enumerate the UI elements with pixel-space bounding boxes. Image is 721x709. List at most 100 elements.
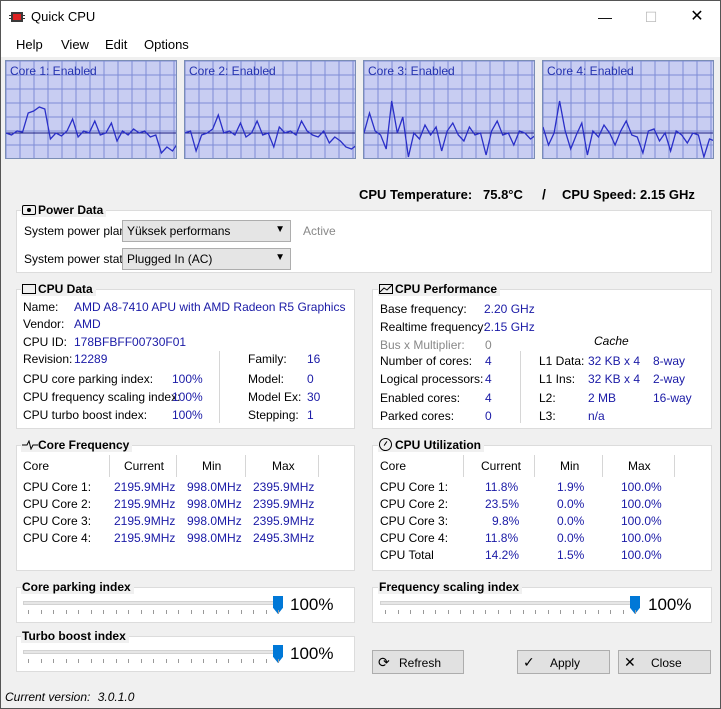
l2-label: L2: xyxy=(539,391,556,405)
slider-tick xyxy=(460,610,461,614)
freq-row-2-max: 2395.9MHz xyxy=(253,497,315,511)
slider-tick xyxy=(253,659,254,663)
core-frequency-title-text: Core Frequency xyxy=(38,438,130,452)
slider-tick xyxy=(622,610,624,614)
menu-bar: Help View Edit Options xyxy=(1,33,720,57)
core-4-graph: Core 4: Enabled xyxy=(542,60,714,159)
util-row-1-current: 11.8% xyxy=(485,480,519,494)
power-plan-select[interactable]: Yüksek performans ▼ xyxy=(122,220,291,242)
title-bar: Quick CPU — ☐ ✕ xyxy=(1,1,720,33)
cpu-freqscale-label: CPU frequency scaling index: xyxy=(23,390,181,404)
slider-tick xyxy=(497,610,499,614)
util-header-current: Current xyxy=(481,459,522,473)
slider-tick xyxy=(65,610,67,614)
monitor-icon xyxy=(22,284,36,294)
util-header-divider-1 xyxy=(463,455,464,477)
util-row-3-core: CPU Core 3: xyxy=(380,514,449,528)
slider-tick xyxy=(397,610,399,614)
slider-tick xyxy=(265,610,267,614)
menu-help[interactable]: Help xyxy=(16,37,43,52)
util-row-total-max: 100.0% xyxy=(621,548,662,562)
menu-view[interactable]: View xyxy=(61,37,89,52)
frequency-scaling-slider[interactable] xyxy=(380,596,640,620)
util-header-min: Min xyxy=(560,459,580,473)
util-row-total-min: 1.5% xyxy=(557,548,585,562)
util-row-3-current: 9.8% xyxy=(492,514,520,528)
slider-tick xyxy=(472,610,474,614)
core-4-label: Core 4: Enabled xyxy=(547,64,634,78)
l2-size: 2 MB xyxy=(588,391,617,405)
freq-row-2-min: 998.0MHz xyxy=(187,497,242,511)
base-frequency-label: Base frequency: xyxy=(380,302,467,316)
cpu-speed-label: CPU Speed: xyxy=(562,187,637,202)
apply-button[interactable]: ✓ Apply xyxy=(517,650,610,674)
slider-tick xyxy=(90,659,92,663)
freq-row-4-current: 2195.9MHz xyxy=(114,531,176,545)
cpu-vendor-value: AMD xyxy=(74,317,101,331)
util-header-divider-2 xyxy=(534,455,535,477)
apply-button-label: Apply xyxy=(550,656,581,670)
slider-tick xyxy=(278,610,279,614)
maximize-button[interactable]: ☐ xyxy=(628,1,674,33)
util-row-4-max: 100.0% xyxy=(621,531,662,545)
refresh-icon: ⟳ xyxy=(378,654,390,670)
cpu-parking-value: 100% xyxy=(172,372,203,386)
turbo-boost-slider[interactable] xyxy=(23,645,283,669)
refresh-button[interactable]: ⟳ Refresh xyxy=(372,650,464,674)
slider-tick xyxy=(240,610,242,614)
close-window-button[interactable]: ✕ xyxy=(674,1,720,33)
power-data-title-text: Power Data xyxy=(38,203,104,217)
l1-data-label: L1 Data: xyxy=(539,354,585,368)
slider-tick xyxy=(510,610,511,614)
core-2-label: Core 2: Enabled xyxy=(189,64,276,78)
util-header-divider-4 xyxy=(674,455,675,477)
menu-options[interactable]: Options xyxy=(144,37,189,52)
cpu-performance-title: CPU Performance xyxy=(378,282,501,296)
slider-tick xyxy=(40,659,42,663)
freq-row-2-core: CPU Core 2: xyxy=(23,497,92,511)
freq-header-divider-3 xyxy=(245,455,246,477)
core-parking-slider[interactable] xyxy=(23,596,283,620)
slider-track xyxy=(23,650,283,654)
readout-separator: / xyxy=(542,186,546,202)
freq-row-4-core: CPU Core 4: xyxy=(23,531,92,545)
l3-size: n/a xyxy=(588,409,605,423)
slider-tick xyxy=(572,610,574,614)
bus-multiplier-label: Bus x Multiplier: xyxy=(380,338,465,352)
slider-tick xyxy=(165,610,167,614)
freq-header-min: Min xyxy=(202,459,222,473)
close-icon: ✕ xyxy=(690,8,704,25)
freq-row-3-current: 2195.9MHz xyxy=(114,514,176,528)
slider-tick xyxy=(190,610,192,614)
maximize-icon: ☐ xyxy=(644,9,658,25)
freq-row-3-core: CPU Core 3: xyxy=(23,514,92,528)
slider-tick xyxy=(253,610,254,614)
l1-ins-way: 2-way xyxy=(653,372,686,386)
cpu-id-label: CPU ID: xyxy=(23,335,68,349)
cpu-id-value: 178BFBFF00730F01 xyxy=(74,335,187,349)
slider-tick xyxy=(547,610,549,614)
freq-row-1-current: 2195.9MHz xyxy=(114,480,176,494)
usage-trace xyxy=(6,106,176,155)
status-bar: Current version: 3.0.1.0 xyxy=(5,690,134,704)
slider-tick xyxy=(103,659,104,663)
l1-data-size: 32 KB x 4 xyxy=(588,354,641,368)
slider-tick xyxy=(215,610,217,614)
slider-tick xyxy=(78,610,79,614)
cpu-utilization-title: CPU Utilization xyxy=(378,438,484,452)
close-button[interactable]: ✕ Close xyxy=(618,650,711,674)
power-state-label: System power state: xyxy=(24,252,133,266)
power-state-select[interactable]: Plugged In (AC) ▼ xyxy=(122,248,291,270)
menu-edit[interactable]: Edit xyxy=(105,37,127,52)
minimize-button[interactable]: — xyxy=(582,1,628,33)
slider-tick xyxy=(522,610,524,614)
slider-tick xyxy=(90,610,92,614)
cpu-vendor-label: Vendor: xyxy=(23,317,65,331)
freq-row-2-current: 2195.9MHz xyxy=(114,497,176,511)
freq-header-divider-4 xyxy=(318,455,319,477)
slider-tick xyxy=(215,659,217,663)
version-label: Current version: xyxy=(5,690,91,704)
power-plan-value: Yüksek performans xyxy=(127,224,231,238)
slider-tick xyxy=(165,659,167,663)
pulse-icon xyxy=(22,440,38,450)
